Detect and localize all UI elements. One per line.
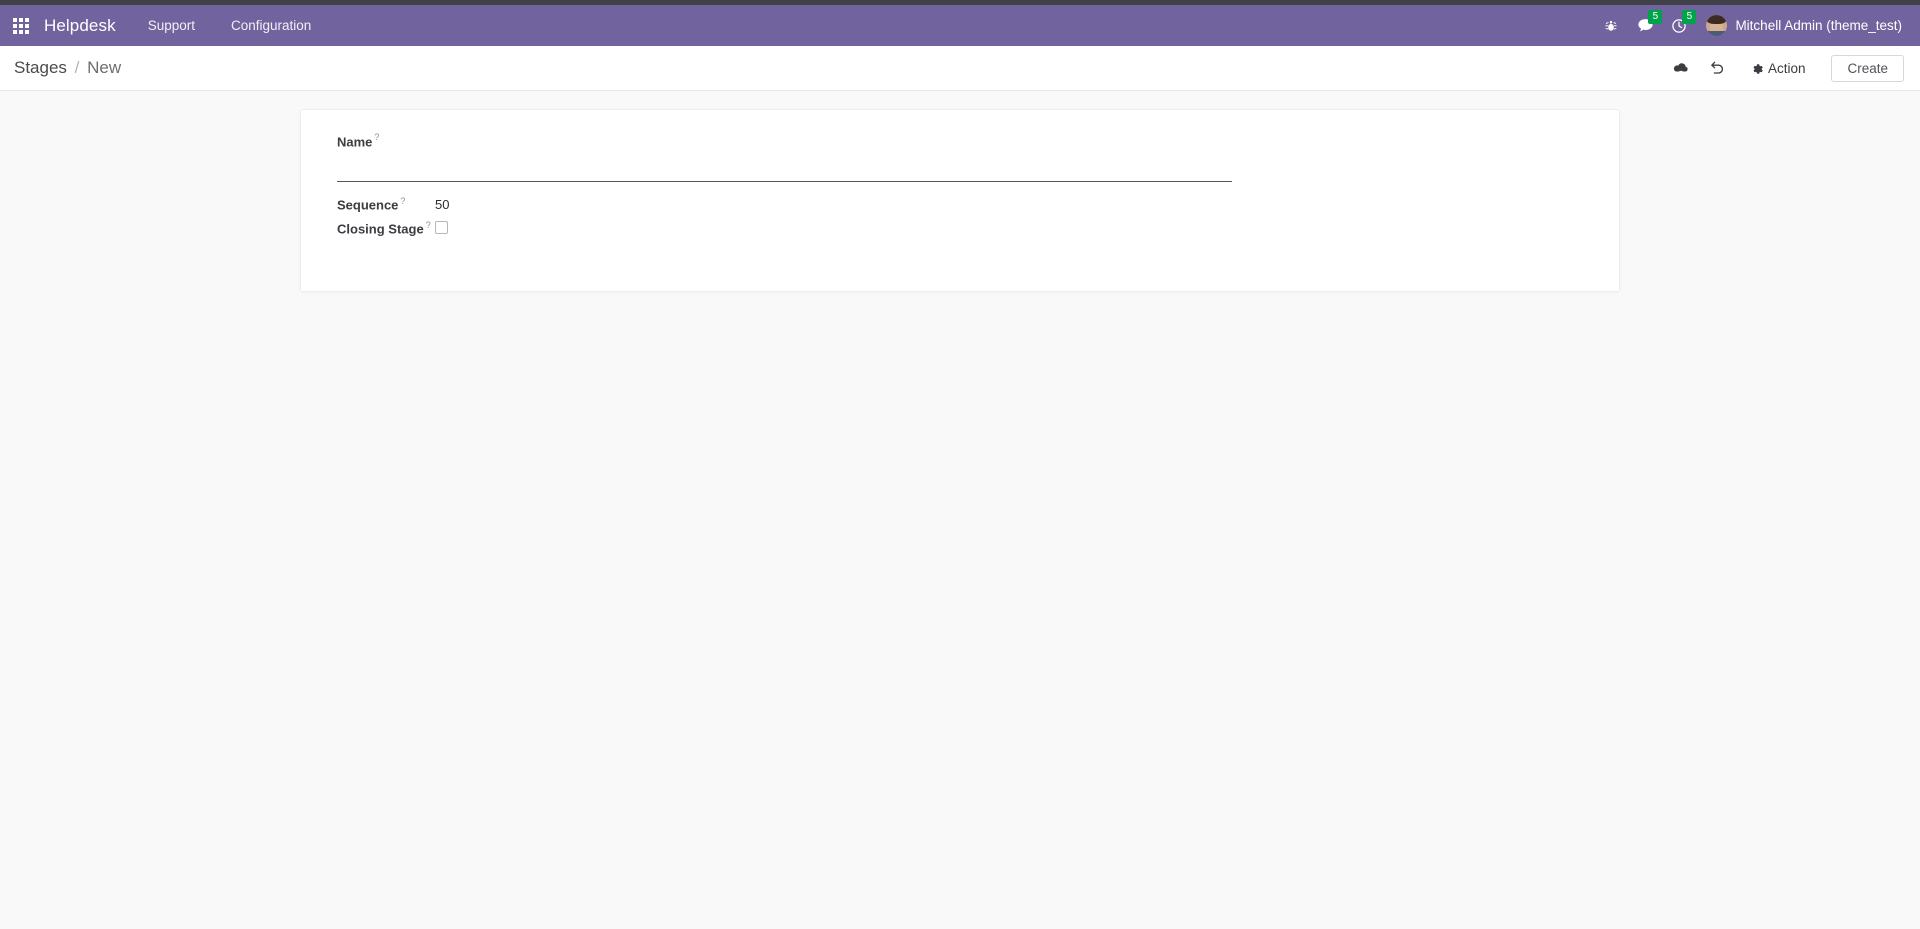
- closing-stage-label-wrap: Closing Stage?: [337, 220, 435, 236]
- name-tooltip-icon[interactable]: ?: [374, 132, 379, 142]
- user-avatar: [1706, 15, 1728, 36]
- gear-icon: [1751, 62, 1763, 74]
- navbar-menu: Support Configuration: [130, 5, 330, 46]
- navbar-right-section: 5 5 Mitchell Admin (theme_test): [1594, 5, 1906, 46]
- messages-badge: 5: [1648, 10, 1663, 24]
- undo-icon[interactable]: [1699, 53, 1735, 83]
- cloud-upload-icon[interactable]: [1663, 53, 1699, 83]
- sequence-label-wrap: Sequence?: [337, 196, 435, 212]
- nav-item-configuration[interactable]: Configuration: [213, 5, 329, 46]
- closing-stage-checkbox[interactable]: [435, 221, 448, 235]
- create-button[interactable]: Create: [1831, 54, 1904, 82]
- content-area: Name? Sequence? Closing Stage?: [0, 91, 1920, 928]
- messages-button[interactable]: 5: [1628, 5, 1663, 46]
- field-group-sequence: Sequence?: [337, 196, 1583, 213]
- sequence-input[interactable]: [435, 196, 495, 212]
- control-panel-actions: Action Create: [1663, 53, 1904, 83]
- sequence-tooltip-icon[interactable]: ?: [400, 196, 405, 206]
- main-navbar: Helpdesk Support Configuration 5 5 Mitch…: [0, 5, 1920, 46]
- name-input[interactable]: [337, 157, 1232, 183]
- user-menu[interactable]: Mitchell Admin (theme_test): [1696, 5, 1906, 46]
- nav-item-support[interactable]: Support: [130, 5, 213, 46]
- closing-stage-label: Closing Stage: [337, 220, 424, 236]
- name-label-row: Name?: [337, 132, 1583, 151]
- breadcrumb-current-new: New: [87, 58, 122, 77]
- activities-button[interactable]: 5: [1662, 5, 1697, 46]
- action-label: Action: [1767, 60, 1806, 76]
- field-group-name: Name?: [337, 132, 1583, 183]
- action-menu-button[interactable]: Action: [1735, 56, 1818, 81]
- breadcrumb-separator: /: [74, 58, 80, 77]
- form-sheet: Name? Sequence? Closing Stage?: [300, 109, 1620, 292]
- sequence-label: Sequence: [337, 197, 399, 213]
- breadcrumb-parent-stages[interactable]: Stages: [14, 58, 67, 77]
- breadcrumb: Stages / New: [14, 58, 121, 78]
- activities-badge: 5: [1682, 10, 1697, 24]
- name-label: Name: [337, 134, 373, 150]
- bug-icon[interactable]: [1594, 5, 1628, 46]
- control-panel: Stages / New Action Create: [0, 46, 1920, 91]
- apps-grid-icon[interactable]: [8, 13, 34, 39]
- app-brand-helpdesk[interactable]: Helpdesk: [40, 16, 130, 36]
- field-group-closing-stage: Closing Stage?: [337, 220, 1583, 236]
- user-name-label: Mitchell Admin (theme_test): [1735, 18, 1902, 33]
- closing-stage-tooltip-icon[interactable]: ?: [426, 220, 431, 230]
